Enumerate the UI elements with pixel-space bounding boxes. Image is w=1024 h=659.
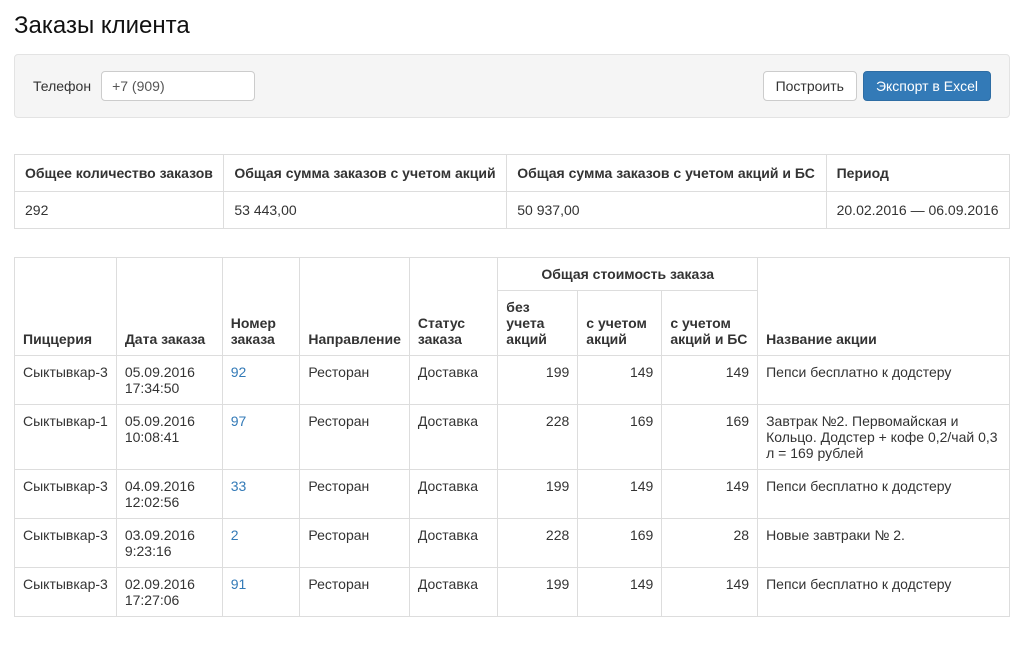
cell-status: Доставка bbox=[409, 405, 497, 470]
cell-promo-name: Пепси бесплатно к додстеру bbox=[758, 470, 1010, 519]
cell-no-promo: 228 bbox=[498, 405, 578, 470]
cell-date: 05.09.2016 17:34:50 bbox=[116, 356, 222, 405]
export-excel-button[interactable]: Экспорт в Excel bbox=[863, 71, 991, 101]
summary-value-period: 20.02.2016 — 06.09.2016 bbox=[826, 192, 1009, 229]
cell-promo-name: Новые завтраки № 2. bbox=[758, 519, 1010, 568]
cell-direction: Ресторан bbox=[300, 405, 409, 470]
cell-with-promo-bs: 149 bbox=[662, 568, 758, 617]
summary-value-sum-promo: 53 443,00 bbox=[224, 192, 507, 229]
orders-header-date: Дата заказа bbox=[116, 258, 222, 356]
summary-value-total-count: 292 bbox=[15, 192, 224, 229]
table-row: Сыктывкар-105.09.2016 10:08:41 97 Ресторан… bbox=[15, 405, 1010, 470]
order-link[interactable]: 2 bbox=[231, 527, 239, 543]
cell-no-promo: 199 bbox=[498, 356, 578, 405]
cell-date: 04.09.2016 12:02:56 bbox=[116, 470, 222, 519]
table-row: Сыктывкар-304.09.2016 12:02:56 33 Ресторан… bbox=[15, 470, 1010, 519]
orders-table: Пиццерия Дата заказа Номер заказа Направ… bbox=[14, 257, 1010, 617]
cell-promo-name: Завтрак №2. Первомайская и Кольцо. Додст… bbox=[758, 405, 1010, 470]
cell-pizzeria: Сыктывкар-3 bbox=[15, 356, 117, 405]
orders-header-direction: Направление bbox=[300, 258, 409, 356]
cell-status: Доставка bbox=[409, 519, 497, 568]
table-row: Сыктывкар-303.09.2016 9:23:16 2 РесторанДо… bbox=[15, 519, 1010, 568]
cell-with-promo-bs: 149 bbox=[662, 356, 758, 405]
phone-input[interactable] bbox=[101, 71, 255, 101]
cell-direction: Ресторан bbox=[300, 568, 409, 617]
order-link[interactable]: 97 bbox=[231, 413, 247, 429]
cell-status: Доставка bbox=[409, 470, 497, 519]
cell-with-promo-bs: 169 bbox=[662, 405, 758, 470]
orders-header-with-promo: с учетом акций bbox=[578, 291, 662, 356]
orders-header-with-promo-bs: с учетом акций и БС bbox=[662, 291, 758, 356]
cell-pizzeria: Сыктывкар-3 bbox=[15, 568, 117, 617]
cell-pizzeria: Сыктывкар-3 bbox=[15, 470, 117, 519]
cell-pizzeria: Сыктывкар-1 bbox=[15, 405, 117, 470]
cell-date: 05.09.2016 10:08:41 bbox=[116, 405, 222, 470]
summary-row: 292 53 443,00 50 937,00 20.02.2016 — 06.… bbox=[15, 192, 1010, 229]
orders-header-total-group: Общая стоимость заказа bbox=[498, 258, 758, 291]
orders-header-promo-name: Название акции bbox=[758, 258, 1010, 356]
cell-direction: Ресторан bbox=[300, 356, 409, 405]
order-link[interactable]: 92 bbox=[231, 364, 247, 380]
cell-order-no: 33 bbox=[222, 470, 300, 519]
summary-header-period: Период bbox=[826, 155, 1009, 192]
order-link[interactable]: 33 bbox=[231, 478, 247, 494]
orders-header-status: Статус заказа bbox=[409, 258, 497, 356]
cell-direction: Ресторан bbox=[300, 470, 409, 519]
cell-with-promo: 149 bbox=[578, 470, 662, 519]
summary-header-sum-promo: Общая сумма заказов с учетом акций bbox=[224, 155, 507, 192]
cell-direction: Ресторан bbox=[300, 519, 409, 568]
cell-status: Доставка bbox=[409, 568, 497, 617]
cell-with-promo: 149 bbox=[578, 568, 662, 617]
cell-no-promo: 199 bbox=[498, 470, 578, 519]
cell-with-promo: 169 bbox=[578, 519, 662, 568]
cell-promo-name: Пепси бесплатно к додстеру bbox=[758, 356, 1010, 405]
cell-order-no: 97 bbox=[222, 405, 300, 470]
cell-with-promo: 149 bbox=[578, 356, 662, 405]
cell-no-promo: 199 bbox=[498, 568, 578, 617]
cell-order-no: 2 bbox=[222, 519, 300, 568]
cell-pizzeria: Сыктывкар-3 bbox=[15, 519, 117, 568]
orders-header-no-promo: без учета акций bbox=[498, 291, 578, 356]
phone-label: Телефон bbox=[33, 78, 91, 94]
page-title: Заказы клиента bbox=[14, 12, 1010, 40]
orders-header-pizzeria: Пиццерия bbox=[15, 258, 117, 356]
cell-promo-name: Пепси бесплатно к додстеру bbox=[758, 568, 1010, 617]
summary-table: Общее количество заказов Общая сумма зак… bbox=[14, 154, 1010, 229]
summary-value-sum-promo-bs: 50 937,00 bbox=[507, 192, 826, 229]
cell-date: 02.09.2016 17:27:06 bbox=[116, 568, 222, 617]
cell-with-promo: 169 bbox=[578, 405, 662, 470]
cell-order-no: 92 bbox=[222, 356, 300, 405]
order-link[interactable]: 91 bbox=[231, 576, 247, 592]
summary-header-total-count: Общее количество заказов bbox=[15, 155, 224, 192]
cell-date: 03.09.2016 9:23:16 bbox=[116, 519, 222, 568]
summary-header-sum-promo-bs: Общая сумма заказов с учетом акций и БС bbox=[507, 155, 826, 192]
cell-with-promo-bs: 149 bbox=[662, 470, 758, 519]
table-row: Сыктывкар-305.09.2016 17:34:50 92 Ресторан… bbox=[15, 356, 1010, 405]
cell-no-promo: 228 bbox=[498, 519, 578, 568]
cell-order-no: 91 bbox=[222, 568, 300, 617]
table-row: Сыктывкар-302.09.2016 17:27:06 91 Ресторан… bbox=[15, 568, 1010, 617]
orders-header-order-no: Номер заказа bbox=[222, 258, 300, 356]
build-button[interactable]: Построить bbox=[763, 71, 857, 101]
toolbar: Телефон Построить Экспорт в Excel bbox=[14, 54, 1010, 118]
cell-with-promo-bs: 28 bbox=[662, 519, 758, 568]
cell-status: Доставка bbox=[409, 356, 497, 405]
